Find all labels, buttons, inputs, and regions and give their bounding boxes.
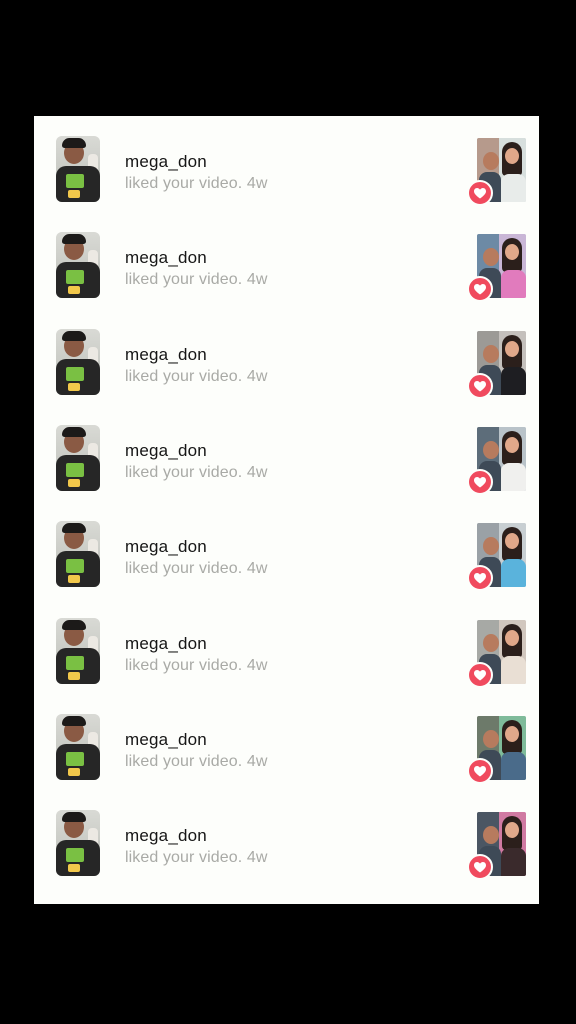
thumbnail-person-body <box>501 559 526 588</box>
heart-glyph <box>474 573 486 584</box>
notification-row[interactable]: mega_don liked your video. 4w <box>34 212 539 308</box>
user-avatar[interactable] <box>56 136 100 202</box>
notification-row[interactable]: mega_don liked your video. 4w <box>34 405 539 501</box>
avatar-shirt-print-secondary <box>68 190 80 198</box>
thumbnail-person-face-left <box>483 152 499 170</box>
avatar-shirt-print-secondary <box>68 767 80 776</box>
heart-glyph <box>474 669 486 680</box>
heart-glyph <box>474 380 486 392</box>
thumbnail-person-face <box>505 436 519 453</box>
notification-username[interactable]: mega_don <box>125 248 207 268</box>
heart-icon <box>467 854 493 881</box>
heart-icon <box>467 180 493 206</box>
avatar-shirt-print <box>66 270 84 285</box>
notification-username[interactable]: mega_don <box>125 345 207 365</box>
thumbnail-person-face <box>505 148 519 164</box>
notification-text: liked your video. 4w <box>125 463 268 481</box>
notification-row[interactable]: mega_don liked your video. 4w <box>34 790 539 886</box>
thumbnail-person-face-left <box>483 633 499 652</box>
avatar-shirt-print <box>66 848 84 863</box>
notification-text: liked your video. 4w <box>125 271 268 289</box>
avatar-hair <box>62 715 86 726</box>
heart-glyph <box>474 284 486 295</box>
avatar-shirt-print-secondary <box>68 671 80 680</box>
thumbnail-person-face-left <box>483 440 499 459</box>
notification-text: liked your video. 4w <box>125 656 268 674</box>
thumbnail-person-body <box>501 270 526 299</box>
user-avatar[interactable] <box>56 232 100 299</box>
heart-icon <box>467 757 493 784</box>
avatar-shirt-print <box>66 462 84 477</box>
avatar-shirt-print-secondary <box>68 864 80 873</box>
avatar-shirt-print <box>66 559 84 574</box>
avatar-shirt-print-secondary <box>68 478 80 487</box>
avatar-hair <box>62 619 86 630</box>
heart-icon <box>467 468 493 495</box>
notification-text: liked your video. 4w <box>125 367 268 385</box>
user-avatar[interactable] <box>56 328 100 395</box>
avatar-hair <box>62 330 86 341</box>
notification-username[interactable]: mega_don <box>125 826 207 846</box>
avatar-hair <box>62 234 86 245</box>
heart-icon <box>467 661 493 688</box>
notification-text: liked your video. 4w <box>125 560 268 578</box>
notification-username[interactable]: mega_don <box>125 537 207 557</box>
thumbnail-person-face-left <box>483 826 499 845</box>
thumbnail-person-face <box>505 822 519 839</box>
notification-username[interactable]: mega_don <box>125 634 207 654</box>
thumbnail-person-face-left <box>483 344 499 363</box>
thumbnail-person-face-left <box>483 729 499 748</box>
notification-row[interactable]: mega_don liked your video. 4w <box>34 116 539 212</box>
notification-row[interactable]: mega_don liked your video. 4w <box>34 501 539 597</box>
heart-glyph <box>474 476 486 488</box>
heart-icon <box>467 276 493 303</box>
thumbnail-person-face <box>505 340 519 357</box>
user-avatar[interactable] <box>56 810 100 877</box>
user-avatar[interactable] <box>56 424 100 491</box>
thumbnail-person-body <box>501 848 526 877</box>
thumbnail-person-body <box>501 751 526 780</box>
notification-username[interactable]: mega_don <box>125 152 207 172</box>
notification-username[interactable]: mega_don <box>125 441 207 461</box>
notification-row[interactable]: mega_don liked your video. 4w <box>34 598 539 694</box>
heart-glyph <box>474 862 486 873</box>
avatar-shirt-print-secondary <box>68 286 80 295</box>
thumbnail-person-body <box>501 174 526 202</box>
avatar-shirt-print <box>66 655 84 670</box>
thumbnail-person-body <box>501 462 526 491</box>
avatar-shirt-print <box>66 366 84 381</box>
user-avatar[interactable] <box>56 713 100 780</box>
thumbnail-person-body <box>501 655 526 684</box>
notification-text: liked your video. 4w <box>125 849 268 867</box>
notification-username[interactable]: mega_don <box>125 730 207 750</box>
user-avatar[interactable] <box>56 521 100 588</box>
avatar-shirt-print <box>66 174 84 188</box>
notification-text: liked your video. 4w <box>125 752 268 770</box>
heart-icon <box>467 565 493 592</box>
notifications-list: mega_don liked your video. 4w mega_don l… <box>34 116 539 904</box>
user-avatar[interactable] <box>56 617 100 684</box>
avatar-shirt-print-secondary <box>68 575 80 584</box>
avatar-hair <box>62 523 86 534</box>
thumbnail-person-face <box>505 725 519 742</box>
thumbnail-person-face <box>505 629 519 646</box>
notification-row[interactable]: mega_don liked your video. 4w <box>34 694 539 790</box>
avatar-hair <box>62 426 86 437</box>
notification-row[interactable]: mega_don liked your video. 4w <box>34 309 539 405</box>
heart-glyph <box>474 188 486 199</box>
avatar-hair <box>62 138 86 148</box>
avatar-shirt-print <box>66 751 84 766</box>
heart-icon <box>467 372 493 399</box>
avatar-hair <box>62 812 86 823</box>
heart-glyph <box>474 765 486 777</box>
notification-text: liked your video. 4w <box>125 175 268 192</box>
thumbnail-person-body <box>501 366 526 395</box>
avatar-shirt-print-secondary <box>68 382 80 391</box>
